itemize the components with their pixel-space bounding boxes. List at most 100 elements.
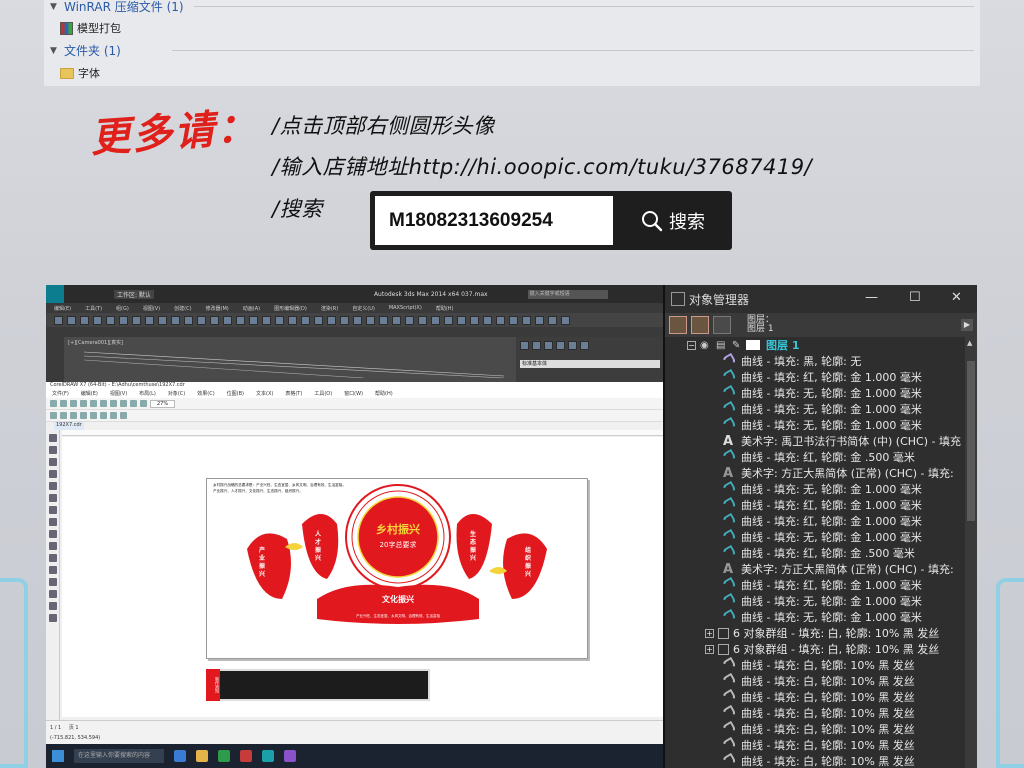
object-row[interactable]: 曲线 - 填充: 红, 轮廓: 金 1.000 毫米 [665, 368, 965, 386]
modify-tab-icon[interactable] [532, 341, 541, 350]
corel-menu-item[interactable]: 布局(L) [139, 390, 156, 398]
document-tab[interactable]: 192X7.cdr [54, 422, 84, 430]
tool-icon[interactable] [444, 315, 453, 325]
tool-icon[interactable] [70, 400, 77, 407]
polygon-tool-icon[interactable] [48, 518, 57, 526]
layer-color-swatch[interactable] [746, 340, 760, 350]
max-menu-item[interactable]: 修改器(M) [206, 305, 229, 312]
object-row[interactable]: 曲线 - 填充: 红, 轮廓: 金 1.000 毫米 [665, 496, 965, 514]
drawing-canvas[interactable]: 乡村振兴战略的总要求是：产业兴旺、生态宜居、乡风文明、治理有效、生活富裕。 产业… [62, 437, 664, 717]
object-row[interactable]: 曲线 - 填充: 白, 轮廓: 10% 黑 发丝 [665, 704, 965, 722]
3dsmax-icon[interactable] [262, 750, 274, 762]
max-search-input[interactable]: 键入关键字或短语 [527, 289, 608, 299]
object-row[interactable]: 曲线 - 填充: 红, 轮廓: 金 .500 毫米 [665, 448, 965, 466]
max-menu-item[interactable]: MAXScript(X) [389, 305, 422, 311]
eye-icon[interactable]: ◉ [700, 340, 712, 351]
freehand-tool-icon[interactable] [48, 482, 57, 490]
corel-menu-item[interactable]: 文本(X) [256, 390, 273, 398]
tool-icon[interactable] [54, 315, 63, 325]
corel-menu-item[interactable]: 位图(B) [227, 390, 244, 398]
tool-icon[interactable] [120, 400, 127, 407]
tool-icon[interactable] [236, 315, 245, 325]
tool-icon[interactable] [110, 412, 117, 419]
tool-icon[interactable] [80, 412, 87, 419]
object-row[interactable]: 曲线 - 填充: 白, 轮廓: 10% 黑 发丝 [665, 656, 965, 674]
tool-icon[interactable] [197, 315, 206, 325]
search-button[interactable]: 搜索 [620, 196, 726, 245]
max-menu-item[interactable]: 渲染(R) [321, 305, 338, 312]
corel-menu-item[interactable]: 帮助(H) [375, 390, 393, 398]
file-item-rar[interactable]: 模型打包 [60, 20, 121, 36]
tool-icon[interactable] [327, 315, 336, 325]
group-header-folder[interactable]: ▼ 文件夹 (1) [50, 42, 121, 59]
workspace-select[interactable]: 工作区: 默认 [114, 289, 154, 299]
file-item-folder[interactable]: 字体 [60, 65, 100, 81]
corel-menu-item[interactable]: 窗口(W) [344, 390, 363, 398]
object-row[interactable]: 曲线 - 填充: 白, 轮廓: 10% 黑 发丝 [665, 720, 965, 738]
corel-menu-item[interactable]: 文件(F) [52, 390, 69, 398]
scroll-thumb[interactable] [967, 361, 975, 521]
max-menu-item[interactable]: 视图(V) [143, 305, 160, 312]
max-menu-item[interactable]: 自定义(U) [352, 305, 375, 312]
tool-icon[interactable] [301, 315, 310, 325]
max-menu-item[interactable]: 帮助(H) [436, 305, 454, 312]
display-tab-icon[interactable] [568, 341, 577, 350]
expand-icon[interactable]: + [705, 644, 714, 654]
tool-icon[interactable] [314, 315, 323, 325]
tool-icon[interactable] [140, 400, 147, 407]
tool-icon[interactable] [50, 400, 57, 407]
tool-icon[interactable] [110, 400, 117, 407]
object-row[interactable]: A 美术字: 方正大黑简体 (正常) (CHC) - 填充: [665, 465, 965, 481]
object-row[interactable]: 曲线 - 填充: 无, 轮廓: 金 1.000 毫米 [665, 400, 965, 418]
tool-icon[interactable] [535, 315, 544, 325]
corel-menu-item[interactable]: 效果(C) [197, 390, 214, 398]
tool-icon[interactable] [171, 315, 180, 325]
ellipse-tool-icon[interactable] [48, 506, 57, 514]
object-row[interactable]: 曲线 - 填充: 无, 轮廓: 金 1.000 毫米 [665, 592, 965, 610]
object-row[interactable]: 曲线 - 填充: 红, 轮廓: 金 .500 毫米 [665, 544, 965, 562]
tool-icon[interactable] [145, 315, 154, 325]
tool-icon[interactable] [431, 315, 440, 325]
corel-menu-item[interactable]: 视图(V) [110, 390, 127, 398]
tool-icon[interactable] [67, 315, 76, 325]
edge-icon[interactable] [174, 750, 186, 762]
tool-icon[interactable] [80, 400, 87, 407]
scroll-up-icon[interactable]: ▲ [967, 339, 972, 347]
tool-icon[interactable] [405, 315, 414, 325]
search-input[interactable] [375, 196, 613, 245]
object-row[interactable]: 曲线 - 填充: 无, 轮廓: 金 1.000 毫米 [665, 608, 965, 626]
max-menu-item[interactable]: 工具(T) [85, 305, 102, 312]
file-explorer-icon[interactable] [196, 750, 208, 762]
smart-fill-tool-icon[interactable] [48, 614, 57, 622]
object-row[interactable]: 曲线 - 填充: 白, 轮廓: 10% 黑 发丝 [665, 688, 965, 706]
close-button[interactable]: ✕ [951, 290, 962, 305]
tool-icon[interactable] [158, 315, 167, 325]
tool-icon[interactable] [366, 315, 375, 325]
minimize-button[interactable]: — [865, 290, 878, 305]
windows-start-icon[interactable] [52, 750, 64, 762]
max-viewport[interactable]: [+][Camera001][真实] [64, 337, 516, 382]
tool-icon[interactable] [90, 400, 97, 407]
tool-icon[interactable] [522, 315, 531, 325]
zoom-tool-icon[interactable] [48, 470, 57, 478]
coreldraw-icon[interactable] [240, 750, 252, 762]
tool-icon[interactable] [275, 315, 284, 325]
tool-icon[interactable] [93, 315, 102, 325]
pick-tool-icon[interactable] [48, 434, 57, 442]
max-menu-item[interactable]: 编辑(E) [54, 305, 71, 312]
tool-icon[interactable] [50, 412, 57, 419]
wechat-icon[interactable] [218, 750, 230, 762]
object-row[interactable]: 曲线 - 填充: 无, 轮廓: 金 1.000 毫米 [665, 416, 965, 434]
tool-icon[interactable] [70, 412, 77, 419]
tool-icon[interactable] [90, 412, 97, 419]
taskbar-search[interactable]: 在这里输入你要搜索的内容 [74, 749, 164, 763]
object-row[interactable]: 曲线 - 填充: 红, 轮廓: 金 1.000 毫米 [665, 576, 965, 594]
tool-icon[interactable] [340, 315, 349, 325]
hierarchy-tab-icon[interactable] [544, 341, 553, 350]
tool-icon[interactable] [483, 315, 492, 325]
page-counter[interactable]: 1 / 1 [50, 725, 61, 731]
show-properties-icon[interactable] [669, 316, 687, 334]
tool-icon[interactable] [132, 315, 141, 325]
object-row[interactable]: A 美术字: 方正大黑简体 (正常) (CHC) - 填充: [665, 561, 965, 577]
create-tab-icon[interactable] [520, 341, 529, 350]
